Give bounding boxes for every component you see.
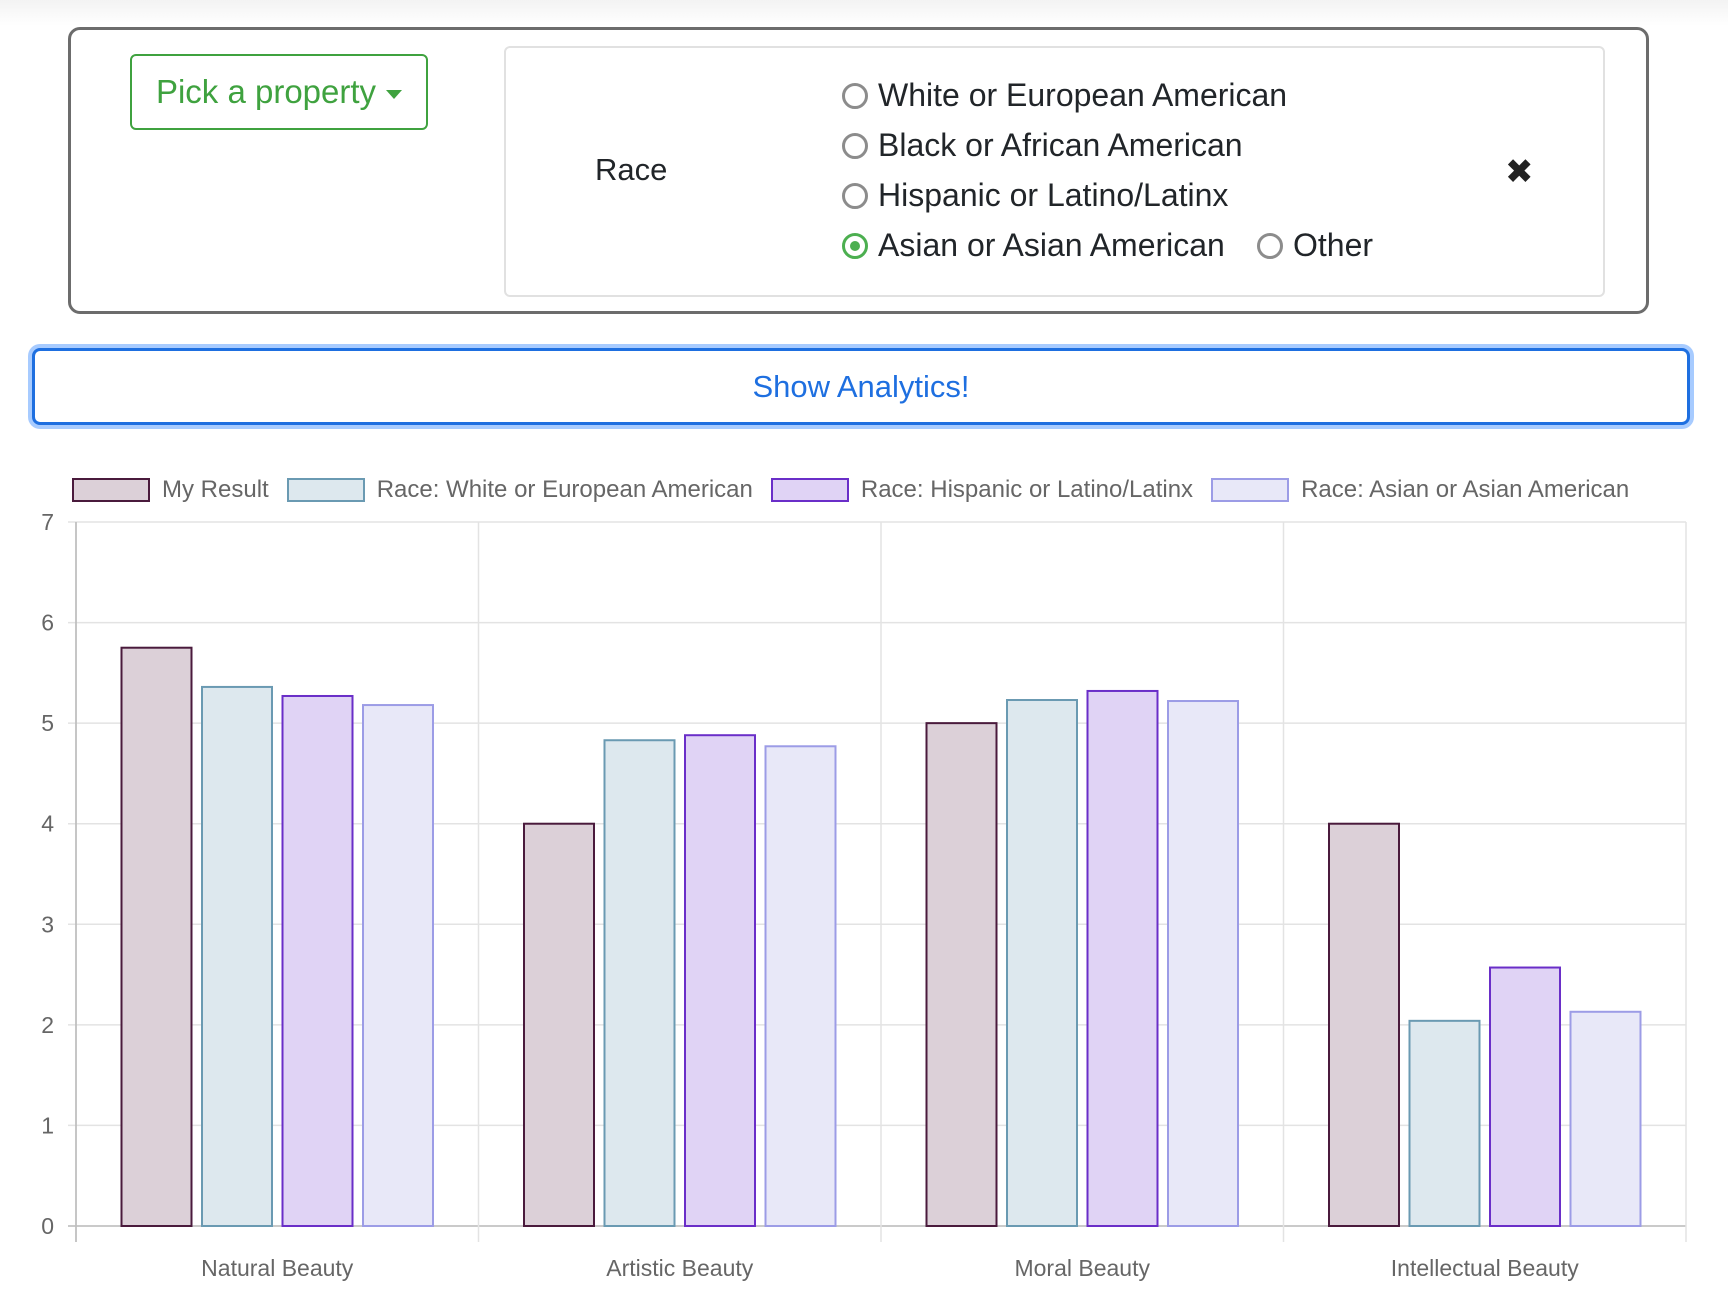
legend-swatch — [1211, 478, 1290, 502]
radio-option-other[interactable]: Other — [1257, 227, 1373, 264]
radio-option-hispanic[interactable]: Hispanic or Latino/Latinx — [842, 177, 1228, 214]
legend-swatch — [72, 478, 150, 502]
radio-option-white[interactable]: White or European American — [842, 77, 1287, 114]
radio-icon[interactable] — [1257, 232, 1283, 259]
legend-item-my-result[interactable]: My Result — [72, 476, 269, 504]
radio-option-black[interactable]: Black or African American — [842, 127, 1243, 164]
y-tick-label: 0 — [41, 1213, 54, 1239]
radio-icon[interactable] — [842, 182, 868, 209]
y-tick-label: 7 — [41, 510, 54, 535]
y-tick-label: 3 — [41, 911, 54, 937]
radio-icon[interactable] — [842, 82, 868, 109]
bar — [925, 722, 998, 1227]
bar — [201, 685, 273, 1228]
bar — [1328, 822, 1400, 1227]
bar — [1006, 699, 1078, 1228]
close-icon[interactable]: ✖ — [1505, 152, 1534, 192]
pick-property-dropdown[interactable]: Pick a property — [130, 54, 428, 130]
legend-label: Race: Asian or Asian American — [1301, 476, 1630, 503]
bar — [120, 646, 193, 1227]
x-category-label: Artistic Beauty — [606, 1255, 753, 1281]
bar — [603, 739, 676, 1228]
show-analytics-button[interactable]: Show Analytics! — [32, 348, 1690, 425]
top-edge — [0, 0, 1728, 26]
y-tick-label: 1 — [41, 1112, 54, 1138]
bar-chart: 0 1 2 3 4 5 6 7 Natural Beauty Artistic Beauty Mor… — [41, 510, 1687, 1281]
x-category-label: Moral Beauty — [1014, 1255, 1150, 1281]
bar — [1086, 689, 1159, 1227]
y-tick-label: 2 — [41, 1012, 54, 1038]
property-name: Race — [595, 152, 668, 187]
legend-item-asian[interactable]: Race: Asian or Asian American — [1211, 476, 1629, 504]
legend-label: Race: White or European American — [376, 476, 753, 503]
radio-label: White or European American — [878, 77, 1288, 113]
legend-label: My Result — [162, 476, 269, 503]
legend-item-white[interactable]: Race: White or European American — [286, 476, 753, 504]
y-tick-label: 6 — [41, 610, 54, 636]
radio-option-asian[interactable]: Asian or Asian American — [842, 227, 1225, 264]
legend-label: Race: Hispanic or Latino/Latinx — [860, 476, 1194, 503]
x-category-label: Intellectual Beauty — [1391, 1255, 1579, 1281]
radio-label: Black or African American — [878, 127, 1243, 163]
bar — [1569, 1010, 1642, 1228]
radio-checked-icon[interactable] — [842, 232, 868, 259]
legend-swatch — [770, 478, 849, 502]
bar — [281, 694, 354, 1227]
legend-item-hispanic[interactable]: Race: Hispanic or Latino/Latinx — [770, 476, 1194, 504]
bar — [1489, 966, 1561, 1227]
bar — [764, 745, 837, 1227]
caret-down-icon — [386, 89, 403, 99]
bar — [1167, 700, 1239, 1227]
bar — [1408, 1019, 1481, 1227]
legend-swatch — [286, 478, 365, 502]
bar — [684, 734, 756, 1227]
chart-legend: My Result Race: White or European Americ… — [72, 474, 1647, 506]
radio-label: Asian or Asian American — [878, 227, 1225, 263]
radio-label: Hispanic or Latino/Latinx — [878, 177, 1229, 213]
bar — [523, 822, 595, 1227]
bar — [362, 704, 434, 1228]
pick-property-label: Pick a property — [155, 73, 377, 110]
x-category-label: Natural Beauty — [201, 1255, 354, 1281]
radio-icon[interactable] — [842, 132, 868, 159]
y-tick-label: 5 — [41, 710, 54, 736]
radio-label: Other — [1293, 227, 1374, 263]
show-analytics-label: Show Analytics! — [752, 368, 970, 404]
y-tick-label: 4 — [41, 811, 54, 837]
